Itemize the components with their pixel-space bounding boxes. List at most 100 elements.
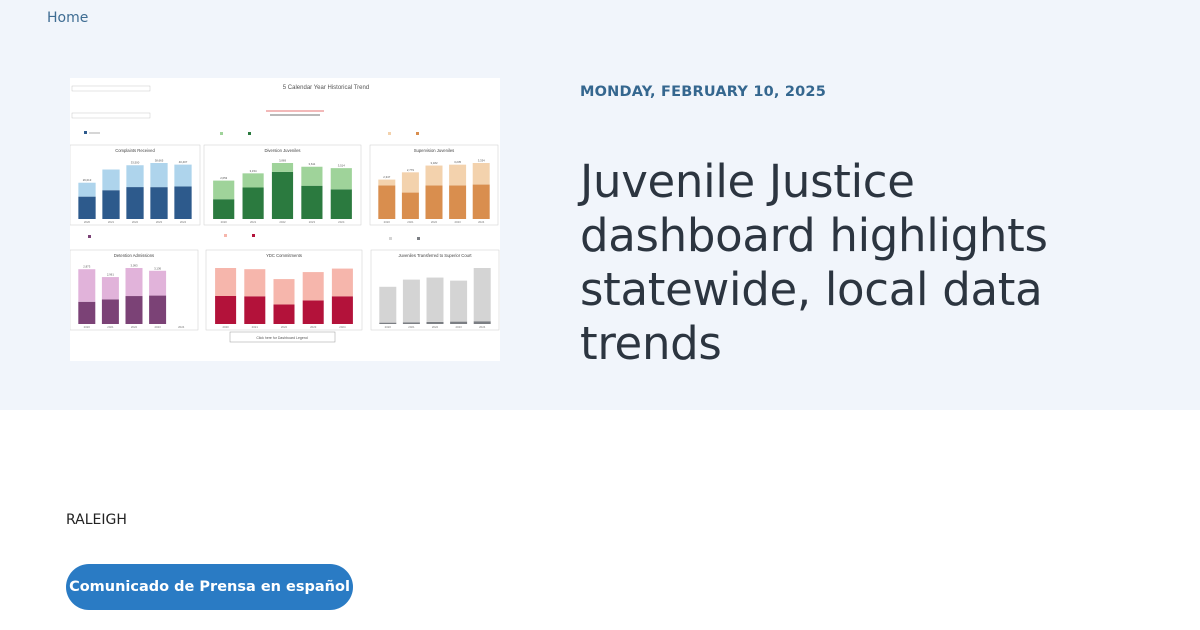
panel-title: Supervision Juveniles [414, 148, 455, 153]
bar-total-label: 26,013 [83, 178, 92, 182]
bar-segment [473, 268, 491, 322]
bar-category-label: 2020 [222, 325, 229, 329]
bar-category-label: 2024 [338, 220, 345, 224]
article-dateline: RALEIGH [66, 512, 127, 528]
bar-segment [125, 268, 143, 297]
bar-segment [402, 322, 420, 324]
bar-segment [401, 172, 419, 193]
bar-category-label: 2022 [281, 325, 288, 329]
panel-title: Complaints Received [115, 148, 155, 153]
bar-category-label: 2023 [309, 220, 316, 224]
bar-segment [330, 189, 352, 219]
bar-total-label: 3,611 [309, 162, 316, 166]
bar-segment [126, 187, 144, 219]
panel-title: YDC Commitments [266, 253, 302, 258]
dashboard-legend-button-label: Click here for Dashboard Legend [256, 336, 307, 340]
bar-segment [402, 279, 420, 323]
bar-category-label: 2024 [178, 325, 185, 329]
bar-segment [78, 301, 96, 324]
bar-category-label: 2021 [252, 325, 259, 329]
panel-title: Juveniles Transferred to Superior Court [398, 253, 472, 258]
bar-segment [426, 277, 444, 322]
bar-segment [78, 196, 96, 219]
bar-segment [242, 173, 264, 188]
bar-segment [149, 295, 167, 324]
bar-segment [126, 165, 144, 188]
bar-segment [244, 269, 266, 297]
bar-total-label: 2,779 [407, 168, 414, 172]
bar-segment [125, 296, 143, 324]
bar-category-label: 2022 [431, 220, 438, 224]
filter-dropdown [71, 112, 151, 119]
bar-category-label: 2021 [408, 325, 415, 329]
bar-category-label: 2021 [407, 220, 414, 224]
bar-segment [149, 270, 167, 296]
bar-segment [244, 296, 266, 324]
bar-total-label: 3,869 [279, 159, 286, 163]
bar-segment [472, 184, 490, 219]
bar-category-label: 2020 [221, 220, 228, 224]
bar-total-label: 3,136 [154, 266, 161, 270]
bar-category-label: 2020 [384, 220, 391, 224]
bar-segment [273, 304, 295, 324]
bar-segment [301, 185, 323, 219]
bar-segment [150, 163, 168, 188]
bar-segment [473, 321, 491, 324]
bar-total-label: 3,334 [478, 159, 485, 163]
bar-segment [401, 192, 419, 219]
bar-category-label: 2024 [478, 220, 485, 224]
bar-total-label: 3,514 [338, 164, 345, 168]
bar-segment [102, 190, 120, 219]
article-date: MONDAY, FEBRUARY 10, 2025 [580, 84, 827, 100]
bar-category-label: 2023 [156, 220, 163, 224]
bar-segment [302, 272, 324, 301]
bar-category-label: 2023 [454, 220, 461, 224]
bar-segment [425, 185, 443, 219]
panel-title: Detention Admissions [114, 253, 154, 258]
bar-segment [78, 269, 96, 302]
bar-total-label: 2,347 [383, 175, 390, 179]
bar-total-label: 3,182 [431, 161, 438, 165]
bar-category-label: 2022 [132, 220, 139, 224]
bar-segment [472, 163, 490, 185]
breadcrumb-home-link[interactable]: Home [47, 10, 88, 26]
bar-segment [379, 286, 397, 323]
bar-segment [378, 179, 396, 186]
dashboard-screenshot: 5 Calendar Year Historical Trend Complai… [70, 78, 500, 361]
panel-title: Diversion Juveniles [264, 148, 300, 153]
bar-segment [378, 185, 396, 219]
bar-segment [449, 185, 467, 219]
dashboard-thumbnail-image: 5 Calendar Year Historical Trend Complai… [70, 78, 500, 361]
bar-segment [426, 321, 444, 324]
bar-total-label: 38,665 [155, 159, 164, 163]
bar-category-label: 2020 [84, 325, 91, 329]
bar-segment [78, 182, 96, 197]
bar-total-label: 3,093 [131, 264, 138, 268]
spanish-press-release-button[interactable]: Comunicado de Prensa en español [66, 564, 353, 610]
bar-total-label: 2,961 [107, 273, 114, 277]
article-headline: Juvenile Justice dashboard highlights st… [580, 155, 1048, 370]
bar-segment [174, 186, 192, 219]
bar-category-label: 2022 [131, 325, 138, 329]
bar-segment [331, 296, 353, 324]
bar-segment [213, 180, 235, 200]
bar-category-label: 2023 [310, 325, 317, 329]
bar-segment [174, 164, 192, 187]
bar-segment [101, 277, 119, 300]
bar-total-label: 2,873 [83, 265, 90, 269]
dashboard-title: 5 Calendar Year Historical Trend [283, 85, 369, 91]
bar-segment [450, 280, 468, 322]
bar-total-label: 3,154 [250, 169, 257, 173]
bar-segment [213, 199, 235, 219]
bar-category-label: 2022 [432, 325, 439, 329]
bar-segment [273, 279, 295, 305]
bar-segment [301, 166, 323, 186]
bar-segment [331, 268, 353, 297]
bar-category-label: 2020 [385, 325, 392, 329]
bar-segment [242, 187, 264, 219]
filter-dropdown [71, 85, 151, 92]
hero-section: Home 5 Calendar Year Historical Trend Co… [0, 0, 1200, 410]
bar-category-label: 2024 [180, 220, 187, 224]
bar-total-label: 3,235 [454, 160, 461, 164]
bar-category-label: 2024 [479, 325, 486, 329]
